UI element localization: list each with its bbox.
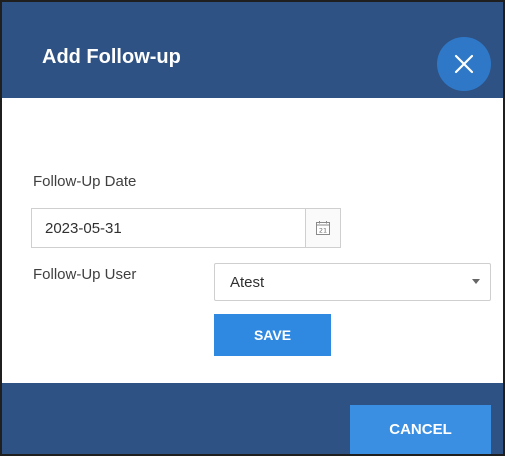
save-button[interactable]: SAVE bbox=[214, 314, 331, 356]
close-button[interactable] bbox=[437, 37, 491, 91]
dialog-header: Add Follow-up bbox=[2, 2, 503, 98]
dialog-title: Add Follow-up bbox=[42, 46, 181, 68]
add-follow-up-dialog: Add Follow-up Follow-Up Date 21 Follow-U… bbox=[0, 0, 505, 456]
svg-text:21: 21 bbox=[319, 227, 327, 235]
calendar-icon: 21 bbox=[316, 221, 330, 235]
chevron-down-icon bbox=[472, 279, 480, 284]
follow-up-user-value: Atest bbox=[230, 274, 265, 291]
follow-up-date-input[interactable] bbox=[31, 208, 305, 248]
follow-up-user-label: Follow-Up User bbox=[33, 266, 137, 283]
calendar-button[interactable]: 21 bbox=[305, 208, 341, 248]
cancel-button[interactable]: CANCEL bbox=[350, 405, 491, 454]
close-icon bbox=[454, 54, 474, 74]
dialog-footer: CANCEL bbox=[2, 383, 503, 454]
follow-up-user-select[interactable]: Atest bbox=[214, 263, 491, 301]
follow-up-date-label: Follow-Up Date bbox=[33, 173, 137, 190]
